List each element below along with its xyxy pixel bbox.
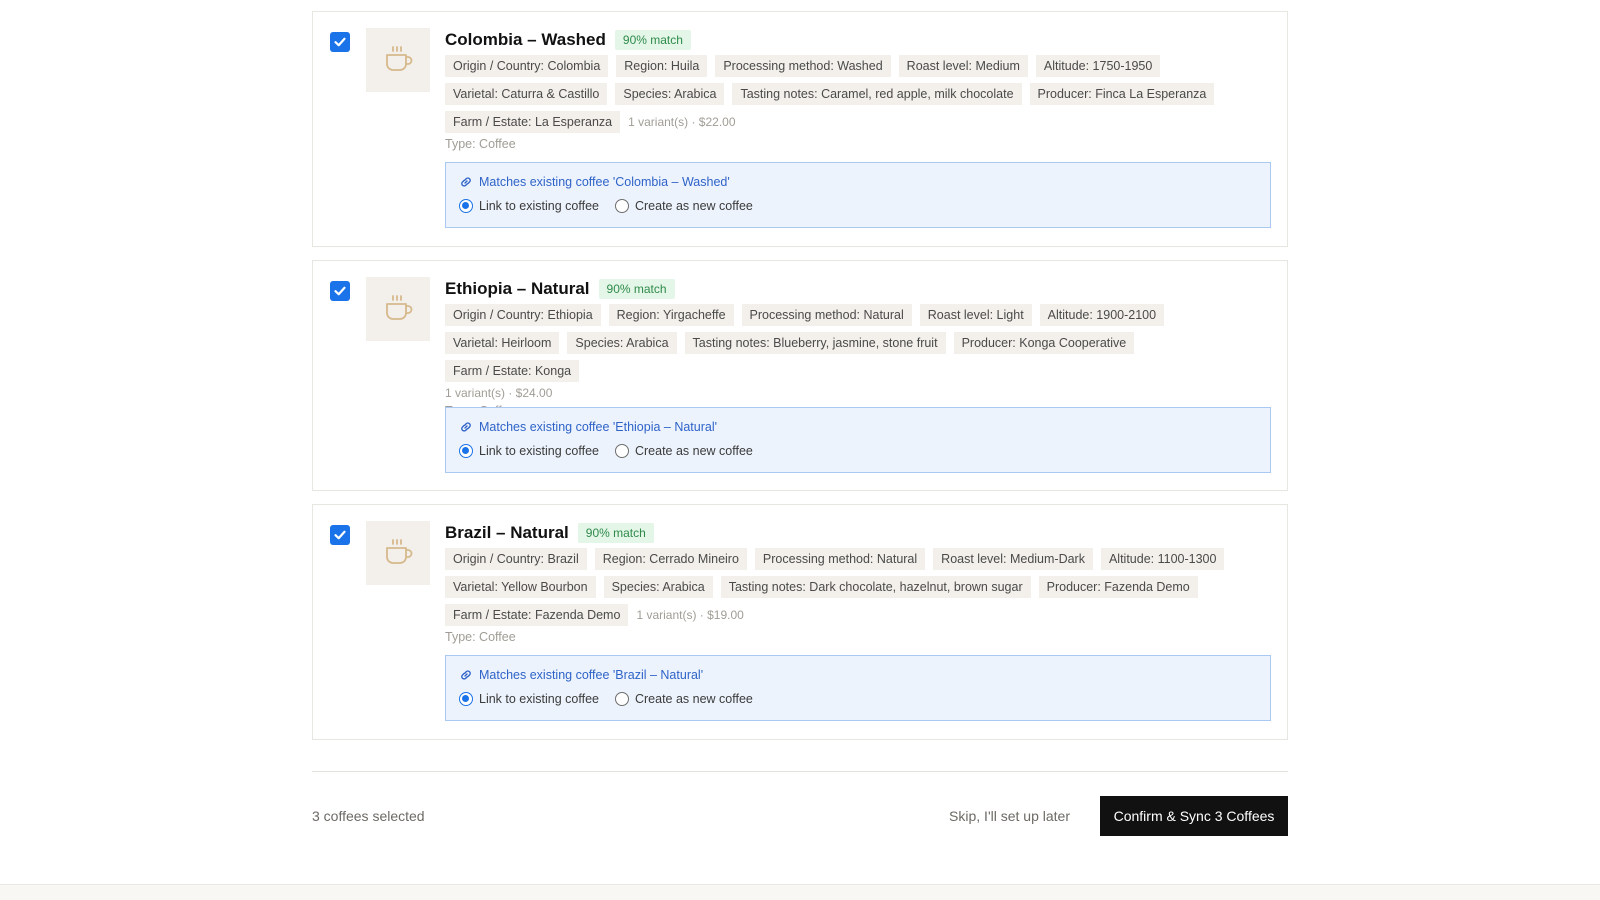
coffee-title: Colombia – Washed bbox=[445, 30, 606, 49]
tag-species: Species: Arabica bbox=[603, 576, 713, 598]
coffee-title: Brazil – Natural bbox=[445, 523, 569, 542]
tag-tasting-notes: Tasting notes: Caramel, red apple, milk … bbox=[732, 83, 1022, 105]
match-panel: Matches existing coffee 'Brazil – Natura… bbox=[445, 655, 1271, 721]
tag-region: Region: Yirgacheffe bbox=[608, 304, 734, 326]
tag-varietal: Varietal: Heirloom bbox=[445, 332, 560, 354]
tag-tasting-notes: Tasting notes: Dark chocolate, hazelnut,… bbox=[720, 576, 1031, 598]
tag-producer: Producer: Konga Cooperative bbox=[953, 332, 1135, 354]
coffee-card: Ethiopia – Natural 90% match Origin / Co… bbox=[312, 260, 1288, 491]
tag-processing: Processing method: Natural bbox=[741, 304, 912, 326]
coffee-thumbnail bbox=[366, 28, 430, 92]
option-label: Create as new coffee bbox=[634, 199, 753, 213]
coffee-card: Colombia – Washed 90% match Origin / Cou… bbox=[312, 11, 1288, 247]
coffee-details: Brazil – Natural 90% match Origin / Coun… bbox=[445, 521, 1271, 644]
match-options: Link to existing coffee Create as new co… bbox=[459, 442, 1257, 460]
match-text: Matches existing coffee 'Colombia – Wash… bbox=[479, 175, 730, 189]
radio-unselected[interactable] bbox=[614, 692, 629, 706]
tag-altitude: Altitude: 1100-1300 bbox=[1100, 548, 1225, 570]
create-new-option[interactable]: Create as new coffee bbox=[614, 692, 753, 706]
link-existing-option[interactable]: Link to existing coffee bbox=[459, 444, 599, 458]
coffee-list: Colombia – Washed 90% match Origin / Cou… bbox=[312, 11, 1288, 753]
coffee-thumbnail bbox=[366, 277, 430, 341]
link-existing-option[interactable]: Link to existing coffee bbox=[459, 199, 599, 213]
tag-origin: Origin / Country: Ethiopia bbox=[445, 304, 601, 326]
tag-roast: Roast level: Light bbox=[919, 304, 1032, 326]
create-new-option[interactable]: Create as new coffee bbox=[614, 444, 753, 458]
tag-origin: Origin / Country: Colombia bbox=[445, 55, 609, 77]
match-options: Link to existing coffee Create as new co… bbox=[459, 197, 1257, 215]
match-badge: 90% match bbox=[598, 279, 675, 299]
match-text: Matches existing coffee 'Brazil – Natura… bbox=[479, 668, 704, 682]
page-footer-strip bbox=[0, 884, 1600, 900]
match-panel: Matches existing coffee 'Ethiopia – Natu… bbox=[445, 407, 1271, 473]
tag-farm: Farm / Estate: Fazenda Demo bbox=[445, 604, 629, 626]
action-footer: 3 coffees selected Skip, I'll set up lat… bbox=[312, 771, 1288, 849]
select-checkbox[interactable] bbox=[330, 525, 350, 545]
coffee-cup-icon bbox=[386, 539, 413, 564]
tag-roast: Roast level: Medium-Dark bbox=[933, 548, 1093, 570]
skip-button[interactable]: Skip, I'll set up later bbox=[949, 808, 1070, 824]
confirm-sync-button[interactable]: Confirm & Sync 3 Coffees bbox=[1100, 796, 1288, 836]
tag-processing: Processing method: Natural bbox=[754, 548, 926, 570]
tag-producer: Producer: Fazenda Demo bbox=[1038, 576, 1198, 598]
checkmark-icon bbox=[334, 530, 346, 540]
coffee-details: Ethiopia – Natural 90% match Origin / Co… bbox=[445, 277, 1271, 418]
radio-selected[interactable] bbox=[459, 692, 473, 706]
radio-selected[interactable] bbox=[459, 444, 473, 458]
attribute-tags: Origin / Country: Ethiopia Region: Yirga… bbox=[445, 304, 1271, 382]
checkmark-icon bbox=[334, 286, 346, 296]
product-type: Type: Coffee bbox=[445, 630, 516, 644]
tag-region: Region: Huila bbox=[616, 55, 708, 77]
tag-origin: Origin / Country: Brazil bbox=[445, 548, 587, 570]
option-label: Link to existing coffee bbox=[479, 199, 599, 213]
coffee-thumbnail bbox=[366, 521, 430, 585]
tag-processing: Processing method: Washed bbox=[715, 55, 891, 77]
attribute-tags: Origin / Country: Brazil Region: Cerrado… bbox=[445, 548, 1271, 626]
tag-altitude: Altitude: 1750-1950 bbox=[1035, 55, 1161, 77]
tag-varietal: Varietal: Caturra & Castillo bbox=[445, 83, 608, 105]
tag-producer: Producer: Finca La Esperanza bbox=[1029, 83, 1215, 105]
tag-species: Species: Arabica bbox=[567, 332, 677, 354]
create-new-option[interactable]: Create as new coffee bbox=[614, 199, 753, 213]
attribute-tags: Origin / Country: Colombia Region: Huila… bbox=[445, 55, 1271, 133]
variant-summary: 1 variant(s) · $19.00 bbox=[636, 608, 744, 622]
coffee-cup-icon bbox=[386, 295, 413, 320]
tag-altitude: Altitude: 1900-2100 bbox=[1039, 304, 1165, 326]
checkmark-icon bbox=[334, 37, 346, 47]
tag-tasting-notes: Tasting notes: Blueberry, jasmine, stone… bbox=[684, 332, 946, 354]
match-badge: 90% match bbox=[577, 523, 654, 543]
variant-summary: 1 variant(s) · $24.00 bbox=[445, 386, 553, 400]
link-existing-option[interactable]: Link to existing coffee bbox=[459, 692, 599, 706]
coffee-title: Ethiopia – Natural bbox=[445, 279, 590, 298]
match-panel: Matches existing coffee 'Colombia – Wash… bbox=[445, 162, 1271, 228]
select-checkbox[interactable] bbox=[330, 32, 350, 52]
option-label: Create as new coffee bbox=[634, 692, 753, 706]
option-label: Link to existing coffee bbox=[479, 692, 599, 706]
match-badge: 90% match bbox=[614, 30, 691, 50]
variant-summary: 1 variant(s) · $22.00 bbox=[628, 115, 736, 129]
tag-farm: Farm / Estate: La Esperanza bbox=[445, 111, 621, 133]
link-icon bbox=[461, 670, 471, 680]
tag-farm: Farm / Estate: Konga bbox=[445, 360, 580, 382]
option-label: Create as new coffee bbox=[634, 444, 753, 458]
link-icon bbox=[461, 177, 471, 187]
product-type: Type: Coffee bbox=[445, 137, 516, 151]
selected-count: 3 coffees selected bbox=[312, 808, 425, 824]
tag-roast: Roast level: Medium bbox=[898, 55, 1028, 77]
coffee-card: Brazil – Natural 90% match Origin / Coun… bbox=[312, 504, 1288, 740]
select-checkbox[interactable] bbox=[330, 281, 350, 301]
tag-species: Species: Arabica bbox=[615, 83, 725, 105]
radio-unselected[interactable] bbox=[614, 444, 629, 458]
tag-region: Region: Cerrado Mineiro bbox=[594, 548, 747, 570]
radio-selected[interactable] bbox=[459, 199, 473, 213]
match-options: Link to existing coffee Create as new co… bbox=[459, 690, 1257, 708]
option-label: Link to existing coffee bbox=[479, 444, 599, 458]
coffee-cup-icon bbox=[386, 46, 413, 71]
tag-varietal: Varietal: Yellow Bourbon bbox=[445, 576, 596, 598]
radio-unselected[interactable] bbox=[614, 199, 629, 213]
link-icon bbox=[461, 422, 471, 432]
match-text: Matches existing coffee 'Ethiopia – Natu… bbox=[479, 420, 718, 434]
coffee-details: Colombia – Washed 90% match Origin / Cou… bbox=[445, 28, 1271, 151]
